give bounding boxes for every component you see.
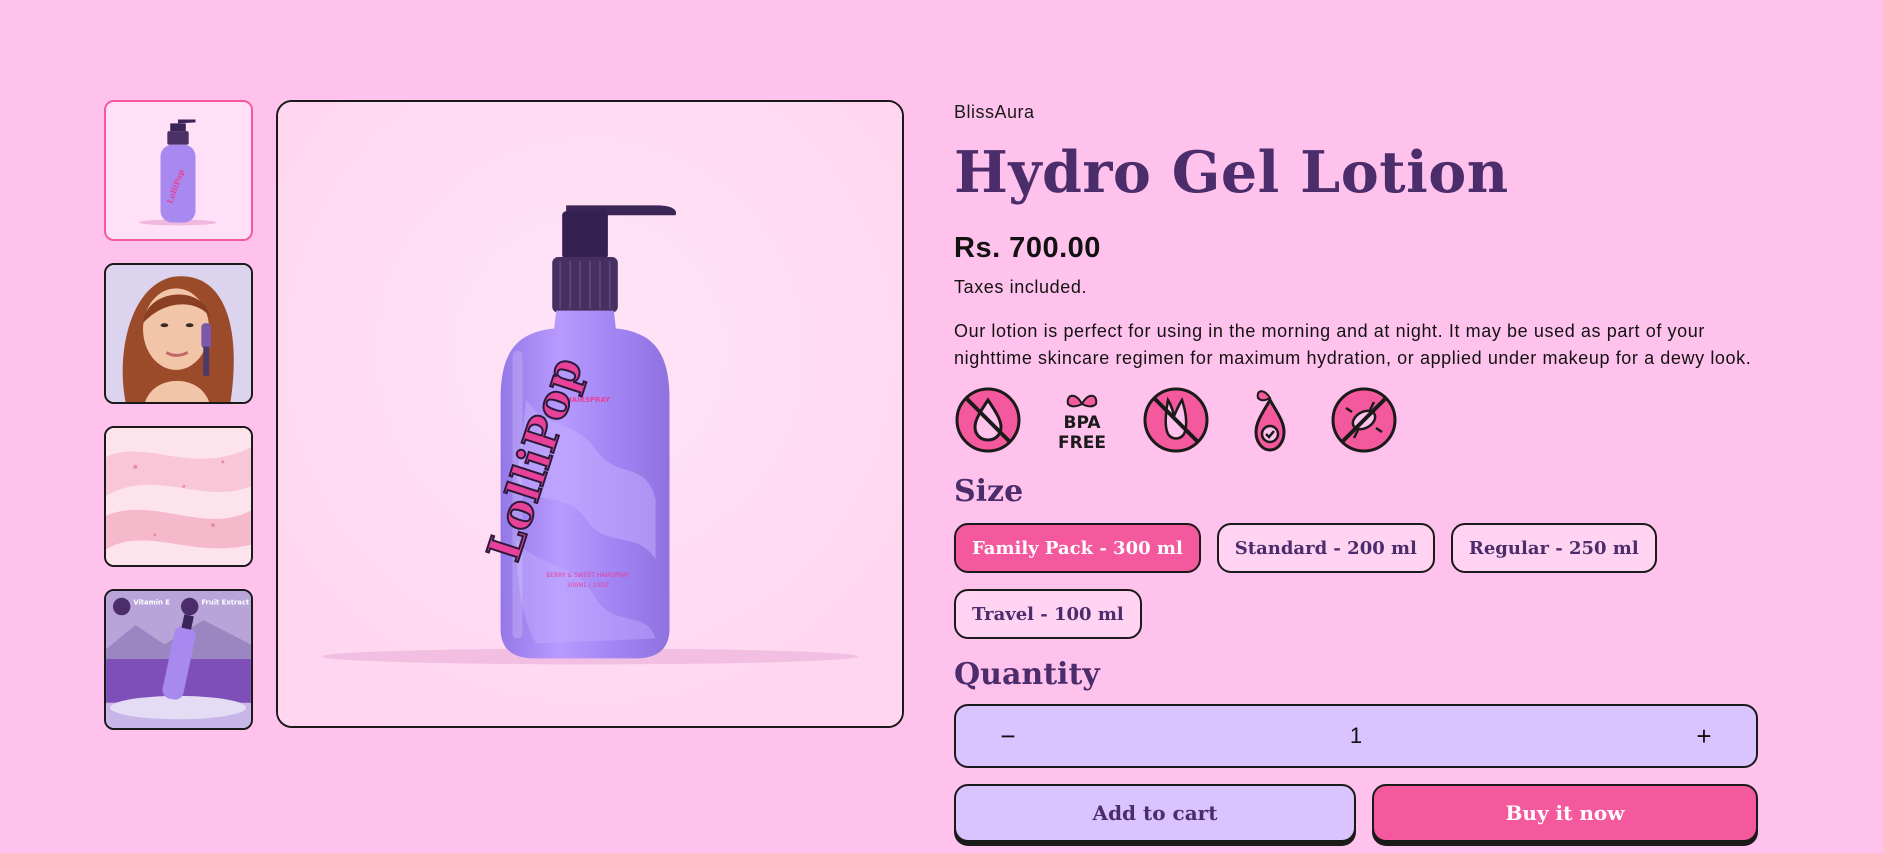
thumb-label-left: Vitamin E — [133, 599, 170, 607]
thumbnail-texture[interactable] — [104, 426, 253, 567]
lotion-bottle-image: HAIRSPRAY LolliPop BERRY & SWEET HAIRSPR… — [278, 102, 902, 726]
size-option-family-pack[interactable]: Family Pack - 300 ml — [954, 523, 1201, 573]
main-product-image[interactable]: HAIRSPRAY LolliPop BERRY & SWEET HAIRSPR… — [276, 100, 904, 728]
natural-drop-icon — [1236, 386, 1304, 454]
size-option-standard[interactable]: Standard - 200 ml — [1216, 523, 1435, 573]
size-option-regular[interactable]: Regular - 250 ml — [1450, 523, 1657, 573]
bpa-line2: FREE — [1058, 433, 1106, 453]
decrease-quantity-button[interactable]: − — [996, 721, 1020, 752]
cruelty-free-icon — [1142, 386, 1210, 454]
product-title: Hydro Gel Lotion — [954, 139, 1509, 206]
lavender-thumb-image: Vitamin E Fruit Extract — [106, 591, 251, 728]
thumbnail-lavender[interactable]: Vitamin E Fruit Extract — [104, 589, 253, 730]
product-info: BlissAura Hydro Gel Lotion Rs. 700.00 Ta… — [954, 100, 1758, 842]
model-thumb-image — [106, 265, 251, 402]
product-description: Our lotion is perfect for using in the m… — [954, 321, 1752, 368]
bpa-free-icon: BPA FREE — [1048, 386, 1116, 454]
product-price: Rs. 700.00 — [954, 232, 1101, 264]
increase-quantity-button[interactable]: + — [1692, 721, 1716, 752]
thumbnail-gallery: LolliPop Vitamin E Fruit Extract — [104, 100, 253, 752]
bottle-bottom-label: BERRY & SWEET HAIRSPRAY — [546, 572, 630, 579]
thumb-label-right: Fruit Extract — [201, 599, 250, 607]
purchase-actions: Add to cart Buy it now — [954, 784, 1758, 842]
quantity-label: Quantity — [954, 657, 1100, 692]
bottle-thumb-image: LolliPop — [106, 102, 251, 239]
add-to-cart-button[interactable]: Add to cart — [954, 784, 1356, 842]
no-bacteria-icon — [1330, 386, 1398, 454]
vendor-name: BlissAura — [954, 102, 1035, 122]
size-options: Family Pack - 300 ml Standard - 200 ml R… — [954, 523, 1674, 639]
feature-badges: BPA FREE — [954, 386, 1758, 454]
bpa-line1: BPA — [1063, 413, 1101, 433]
texture-thumb-image — [106, 428, 251, 565]
thumbnail-bottle[interactable]: LolliPop — [104, 100, 253, 241]
no-oil-icon — [954, 386, 1022, 454]
thumbnail-model[interactable] — [104, 263, 253, 404]
tax-note: Taxes included. — [954, 277, 1088, 297]
buy-now-button[interactable]: Buy it now — [1372, 784, 1758, 842]
quantity-stepper: − 1 + — [954, 704, 1758, 768]
size-label: Size — [954, 474, 1024, 509]
bottle-volume-label: 300ML / 10OZ — [567, 582, 609, 589]
size-option-travel[interactable]: Travel - 100 ml — [954, 589, 1142, 639]
quantity-value[interactable]: 1 — [1350, 723, 1362, 749]
